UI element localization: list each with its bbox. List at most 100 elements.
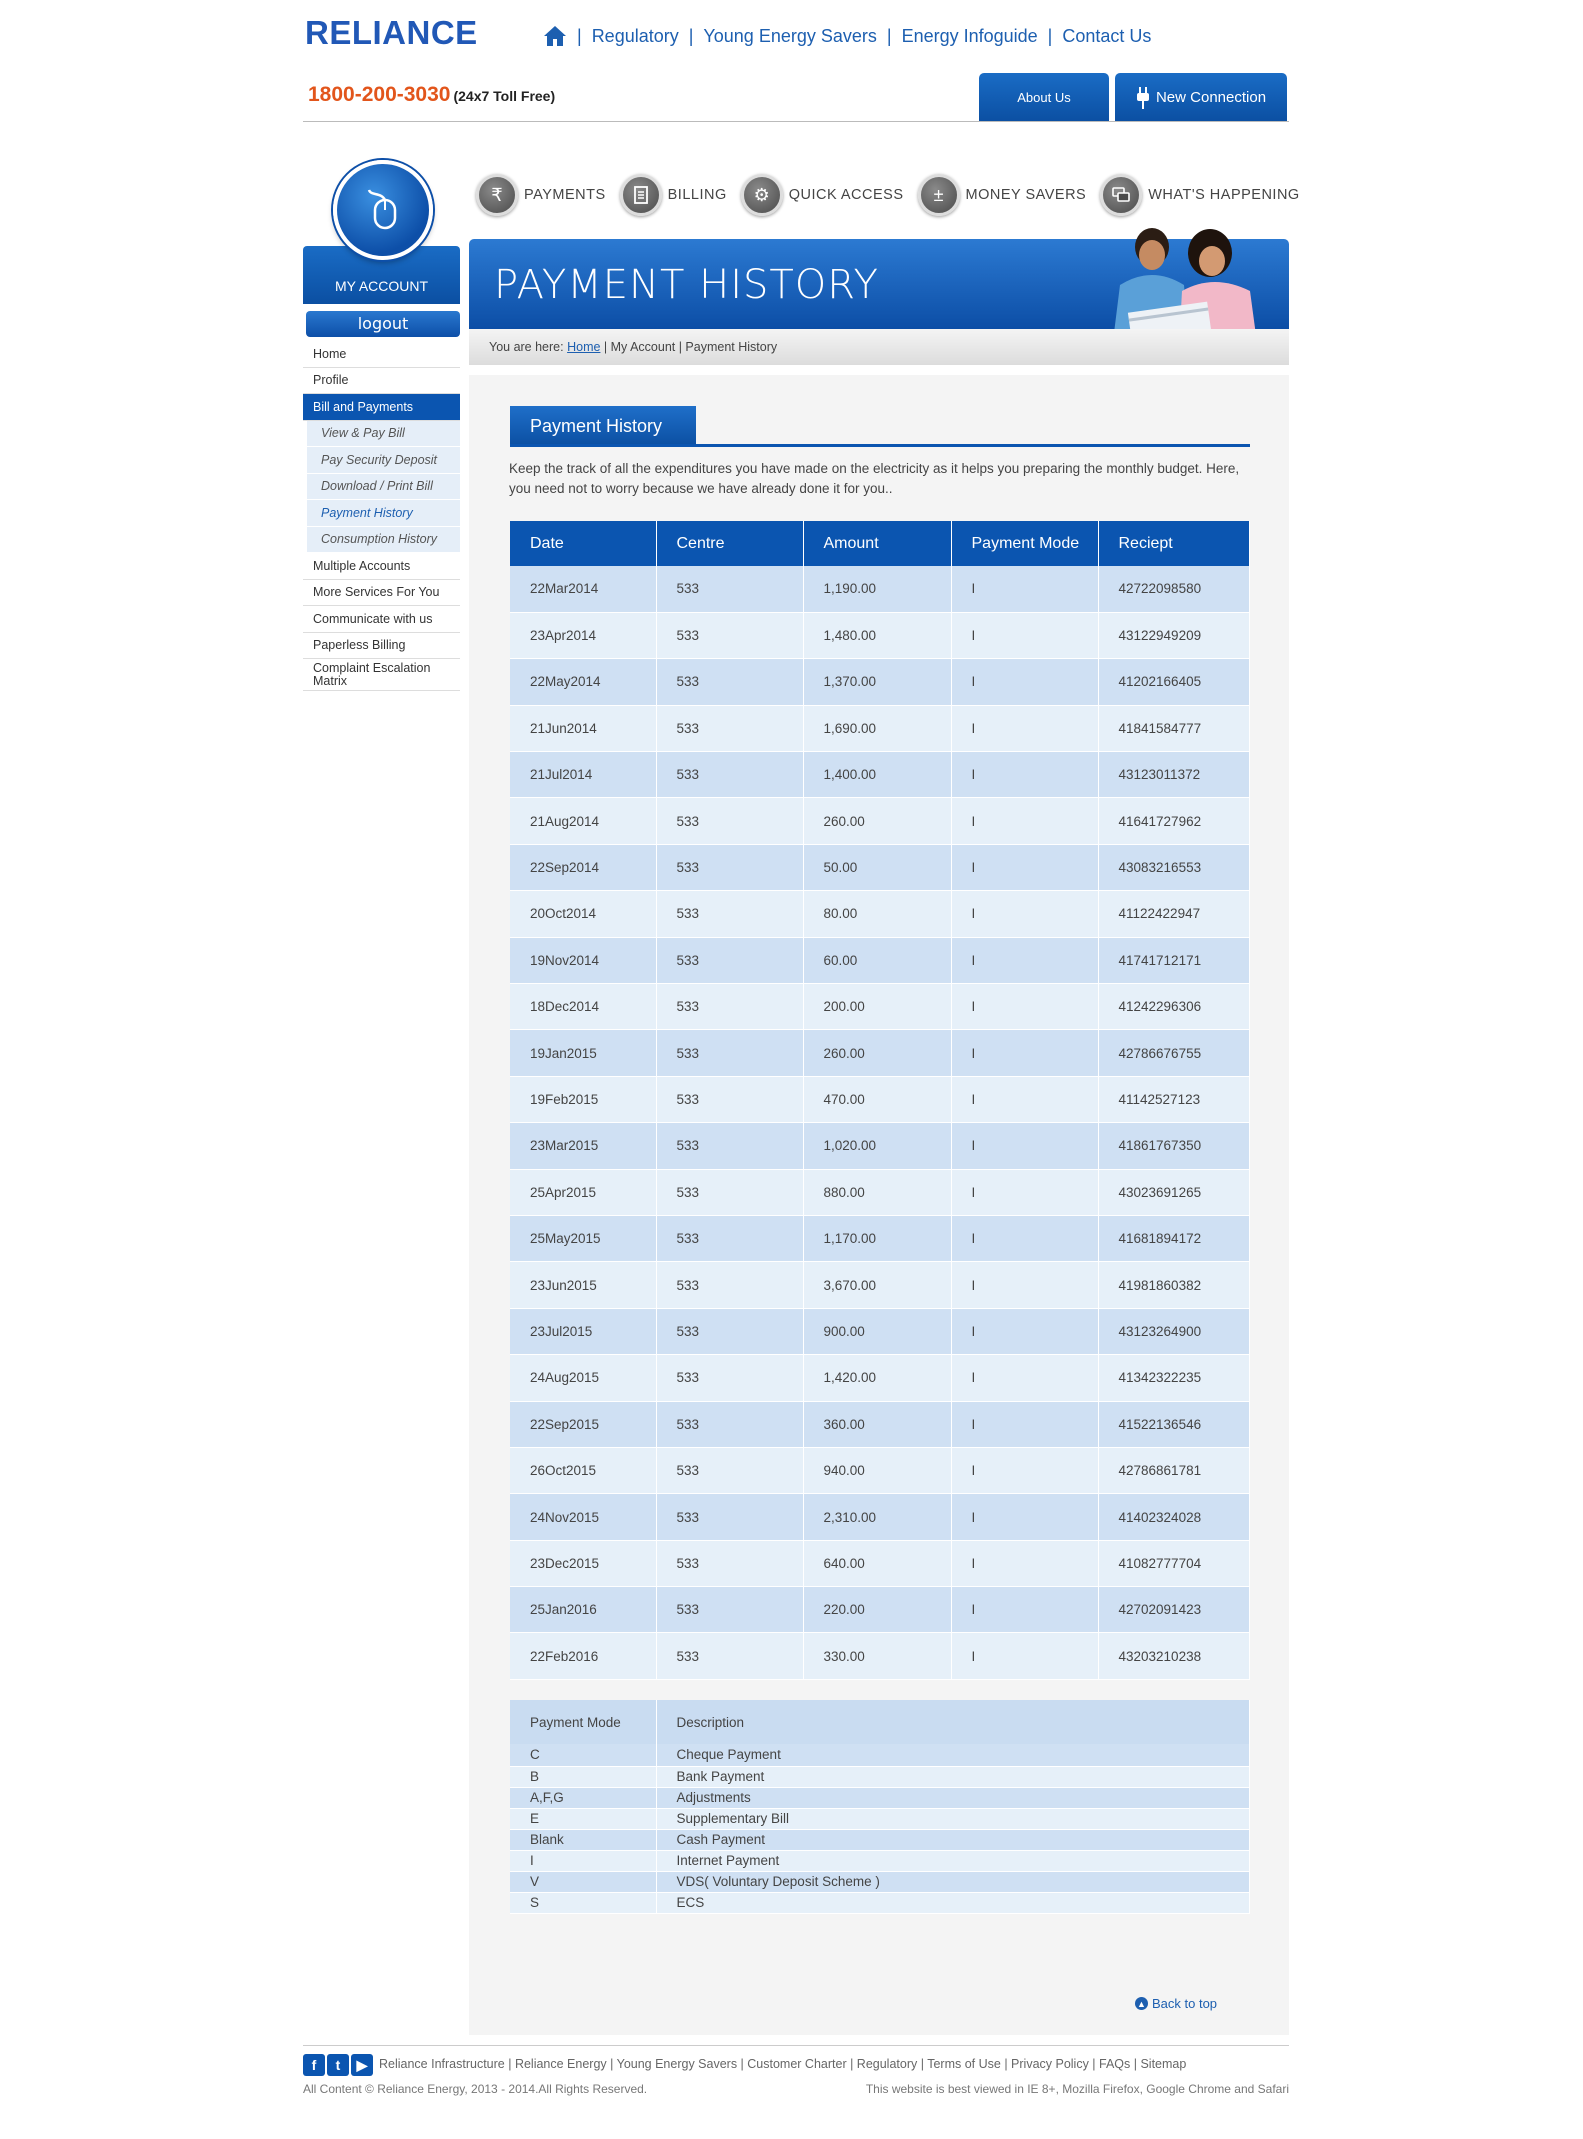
cell-amount: 1,400.00 <box>803 751 952 799</box>
cell-receipt: 42786861781 <box>1098 1447 1250 1495</box>
table-row: 18Dec2014 533 200.00 I 41242296306 <box>510 983 1250 1031</box>
cell-amount: 260.00 <box>803 1029 952 1077</box>
cell-payment-mode: I <box>951 1493 1099 1541</box>
legend-row: E Supplementary Bill <box>510 1808 1250 1830</box>
cell-receipt: 41681894172 <box>1098 1215 1250 1263</box>
sidebar-item-view-pay-bill[interactable]: View & Pay Bill <box>307 420 460 447</box>
nav-contact-us[interactable]: Contact Us <box>1062 26 1151 47</box>
table-row: 19Nov2014 533 60.00 I 41741712171 <box>510 937 1250 985</box>
nav-young-energy-savers[interactable]: Young Energy Savers <box>703 26 876 47</box>
sidebar-item-communicate[interactable]: Communicate with us <box>303 606 460 633</box>
cell-amount: 50.00 <box>803 844 952 892</box>
about-us-button[interactable]: About Us <box>979 73 1109 122</box>
cell-amount: 880.00 <box>803 1169 952 1216</box>
iconnav-billing[interactable]: BILLING <box>619 174 727 216</box>
nav-separator: | <box>1047 25 1053 46</box>
browser-note: This website is best viewed in IE 8+, Mo… <box>865 2082 1289 2096</box>
cell-date: 25Apr2015 <box>510 1169 657 1216</box>
table-row: 22Sep2015 533 360.00 I 41522136546 <box>510 1401 1250 1448</box>
cell-amount: 3,670.00 <box>803 1261 952 1309</box>
cell-date: 25Jan2016 <box>510 1586 657 1634</box>
reliance-logo[interactable]: RELIANCE <box>305 14 478 52</box>
twitter-icon[interactable]: t <box>327 2054 349 2076</box>
sidebar-item-pay-security-deposit[interactable]: Pay Security Deposit <box>307 447 460 474</box>
cell-centre: 533 <box>656 1308 804 1356</box>
logout-button[interactable]: logout <box>306 311 460 337</box>
sidebar-item-consumption-history[interactable]: Consumption History <box>307 526 460 553</box>
sidebar-item-home[interactable]: Home <box>303 341 460 368</box>
cell-centre: 533 <box>656 1354 804 1402</box>
nav-regulatory[interactable]: Regulatory <box>592 26 679 47</box>
cell-receipt: 41981860382 <box>1098 1261 1250 1309</box>
breadcrumb-home-link[interactable]: Home <box>567 340 600 354</box>
cell-amount: 1,480.00 <box>803 612 952 660</box>
cell-payment-mode: I <box>951 566 1099 613</box>
legend-description: Cheque Payment <box>656 1744 1250 1767</box>
table-row: 25Apr2015 533 880.00 I 43023691265 <box>510 1169 1250 1216</box>
cell-receipt: 43123264900 <box>1098 1308 1250 1356</box>
cell-amount: 200.00 <box>803 983 952 1031</box>
cell-date: 22May2014 <box>510 658 657 706</box>
sidebar-item-multiple-accounts[interactable]: Multiple Accounts <box>303 553 460 580</box>
sidebar-item-paperless-billing[interactable]: Paperless Billing <box>303 633 460 659</box>
cell-amount: 1,020.00 <box>803 1122 952 1170</box>
mouse-icon <box>367 189 397 230</box>
facebook-icon[interactable]: f <box>303 2054 325 2076</box>
plug-icon <box>1136 86 1149 109</box>
table-row: 23Jul2015 533 900.00 I 43123264900 <box>510 1308 1250 1356</box>
footer-links[interactable]: Reliance Infrastructure | Reliance Energ… <box>379 2057 1186 2071</box>
sidebar-item-complaint-escalation[interactable]: Complaint Escalation Matrix <box>303 659 460 691</box>
iconnav-payments[interactable]: ₹ PAYMENTS <box>476 174 606 216</box>
cell-centre: 533 <box>656 1122 804 1170</box>
cell-amount: 60.00 <box>803 937 952 985</box>
iconnav-money-savers[interactable]: ± MONEY SAVERS <box>917 174 1087 216</box>
breadcrumb-path: | My Account | Payment History <box>600 340 778 354</box>
cell-date: 26Oct2015 <box>510 1447 657 1495</box>
sidebar-item-profile[interactable]: Profile <box>303 368 460 394</box>
iconnav-whats-happening[interactable]: WHAT'S HAPPENING <box>1100 174 1300 216</box>
intro-text: Keep the track of all the expenditures y… <box>509 461 1240 496</box>
legend-mode: C <box>510 1744 657 1767</box>
cell-payment-mode: I <box>951 705 1099 753</box>
cell-payment-mode: I <box>951 1447 1099 1495</box>
cell-date: 23Dec2015 <box>510 1540 657 1588</box>
nav-energy-infoguide[interactable]: Energy Infoguide <box>902 26 1038 47</box>
cell-receipt: 43083216553 <box>1098 844 1250 892</box>
cell-centre: 533 <box>656 1215 804 1263</box>
cell-centre: 533 <box>656 658 804 706</box>
cell-date: 21Jul2014 <box>510 751 657 799</box>
nav-separator: | <box>577 25 582 46</box>
sidebar-menu: Home Profile Bill and Payments View & Pa… <box>303 341 460 691</box>
cell-centre: 533 <box>656 1447 804 1495</box>
legend-header-row: Payment Mode Description <box>510 1700 1250 1744</box>
sidebar-item-download-print-bill[interactable]: Download / Print Bill <box>307 473 460 500</box>
sidebar-item-payment-history[interactable]: Payment History <box>307 500 460 527</box>
cell-centre: 533 <box>656 612 804 660</box>
cell-date: 22Sep2014 <box>510 844 657 892</box>
youtube-icon[interactable]: ▶ <box>351 2054 373 2076</box>
cell-receipt: 41342322235 <box>1098 1354 1250 1402</box>
sidebar-item-more-services[interactable]: More Services For You <box>303 580 460 606</box>
iconnav-quick-access[interactable]: ⚙ QUICK ACCESS <box>740 174 904 216</box>
cell-payment-mode: I <box>951 1401 1099 1448</box>
new-connection-button[interactable]: New Connection <box>1115 73 1287 122</box>
cell-date: 19Feb2015 <box>510 1076 657 1124</box>
table-row: 19Feb2015 533 470.00 I 41142527123 <box>510 1076 1250 1124</box>
table-row: 24Aug2015 533 1,420.00 I 41342322235 <box>510 1354 1250 1402</box>
table-row: 21Jul2014 533 1,400.00 I 43123011372 <box>510 751 1250 799</box>
cell-date: 22Mar2014 <box>510 566 657 613</box>
legend-description: Bank Payment <box>656 1766 1250 1788</box>
cell-receipt: 41202166405 <box>1098 658 1250 706</box>
cell-amount: 1,690.00 <box>803 705 952 753</box>
home-icon[interactable] <box>543 25 567 47</box>
top-nav: | Regulatory | Young Energy Savers | Ene… <box>543 25 1151 47</box>
cell-payment-mode: I <box>951 797 1099 845</box>
cell-date: 23Apr2014 <box>510 612 657 660</box>
sidebar-item-bill-and-payments[interactable]: Bill and Payments <box>303 394 460 421</box>
back-to-top-link[interactable]: ▲ Back to top <box>1135 1996 1217 2011</box>
cell-payment-mode: I <box>951 658 1099 706</box>
cell-receipt: 42786676755 <box>1098 1029 1250 1077</box>
cell-centre: 533 <box>656 751 804 799</box>
cell-amount: 1,190.00 <box>803 566 952 613</box>
col-receipt: Reciept <box>1098 521 1250 566</box>
